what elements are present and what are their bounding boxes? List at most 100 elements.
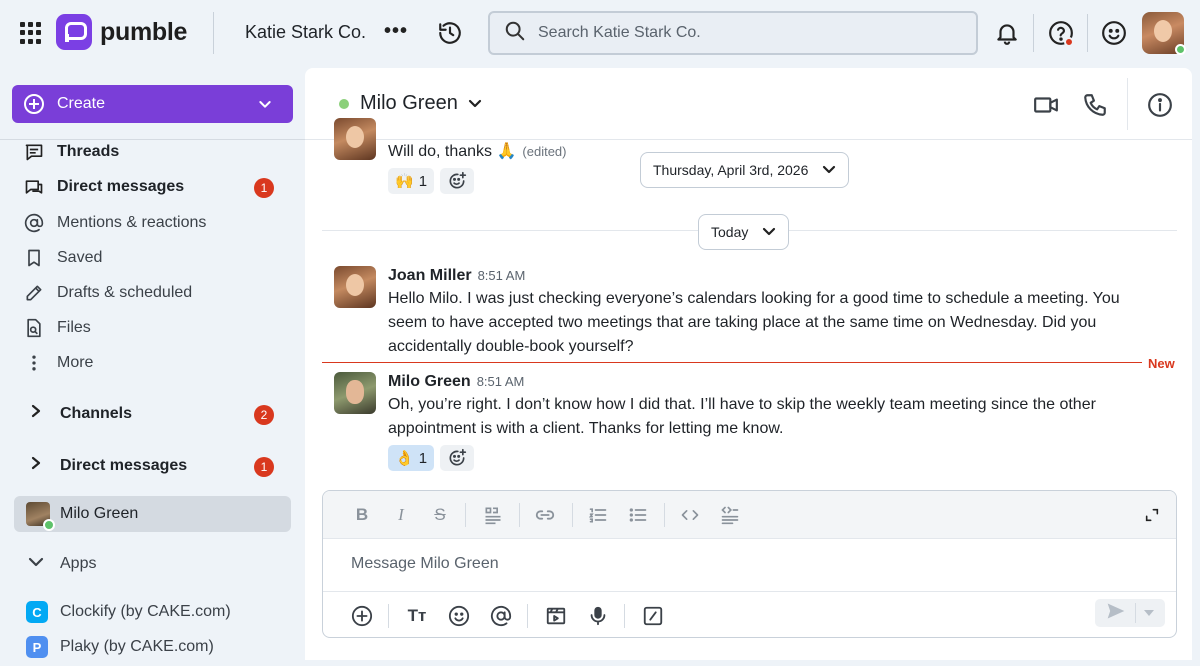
chevron-down-icon[interactable] bbox=[1144, 604, 1154, 622]
history-icon[interactable] bbox=[437, 20, 463, 46]
app-plaky[interactable]: P Plaky (by CAKE.com) bbox=[26, 636, 214, 658]
unread-badge: 1 bbox=[254, 178, 274, 198]
date-jump-button[interactable]: Thursday, April 3rd, 2026 bbox=[640, 152, 850, 188]
divider bbox=[519, 503, 520, 527]
sidebar: Create Threads Direct messages 1 Mention… bbox=[0, 68, 305, 666]
phone-call-icon[interactable] bbox=[1082, 92, 1108, 118]
code-block-icon[interactable] bbox=[719, 504, 741, 526]
message-time: 8:51 AM bbox=[477, 268, 526, 283]
app-grid-icon[interactable] bbox=[20, 22, 42, 44]
reaction-chip[interactable]: 👌 1 bbox=[388, 445, 435, 471]
raised-hands-emoji: 🙌 bbox=[395, 173, 414, 190]
dm-label: Milo Green bbox=[60, 505, 139, 522]
text-format-icon[interactable]: Tт bbox=[405, 604, 429, 628]
chat-panel: Milo Green Will do, thanks 🙏 (edited) 🙌 1 bbox=[305, 68, 1192, 660]
logo-text: pumble bbox=[100, 17, 188, 46]
bookmark-icon bbox=[24, 248, 44, 268]
plus-circle-icon[interactable] bbox=[350, 604, 374, 628]
send-button[interactable] bbox=[1095, 599, 1165, 627]
video-call-icon[interactable] bbox=[1033, 92, 1059, 118]
apps-section[interactable]: Apps bbox=[28, 555, 96, 573]
date-label: Thursday, April 3rd, 2026 bbox=[653, 162, 809, 178]
sidebar-item-drafts[interactable]: Drafts & scheduled bbox=[24, 281, 192, 305]
help-icon[interactable] bbox=[1048, 20, 1074, 47]
add-reaction-icon[interactable] bbox=[440, 168, 474, 194]
search-icon bbox=[504, 20, 526, 47]
channels-section[interactable]: Channels bbox=[30, 404, 132, 423]
avatar bbox=[334, 118, 376, 160]
expand-icon[interactable] bbox=[1141, 504, 1163, 526]
chat-header: Milo Green bbox=[305, 68, 1192, 140]
composer-actions: Tт bbox=[323, 591, 1176, 637]
message-author[interactable]: Joan Miller 8:51 AM bbox=[388, 267, 525, 285]
workspace-name[interactable]: Katie Stark Co. bbox=[245, 22, 366, 43]
message-input[interactable]: Message Milo Green bbox=[351, 555, 499, 573]
message-time: 8:51 AM bbox=[476, 374, 525, 389]
sidebar-item-files[interactable]: Files bbox=[24, 316, 91, 340]
smiley-icon[interactable] bbox=[1101, 20, 1127, 46]
reaction-chip[interactable]: 🙌 1 bbox=[388, 168, 435, 194]
video-clip-icon[interactable] bbox=[544, 604, 568, 628]
add-reaction-icon[interactable] bbox=[440, 445, 474, 471]
message-author[interactable]: Milo Green 8:51 AM bbox=[388, 373, 524, 391]
message-text: Hello Milo. I was just checking everyone… bbox=[388, 290, 1120, 355]
send-icon bbox=[1105, 601, 1127, 626]
sidebar-item-label: Threads bbox=[57, 143, 120, 160]
sidebar-item-more[interactable]: More bbox=[24, 351, 93, 375]
sidebar-item-label: Direct messages bbox=[57, 178, 185, 195]
pumble-logo-icon bbox=[56, 14, 92, 50]
sidebar-item-direct-messages[interactable]: Direct messages bbox=[24, 175, 184, 199]
divider bbox=[388, 604, 389, 628]
avatar[interactable] bbox=[334, 266, 376, 308]
dm-item-milo-green[interactable]: Milo Green bbox=[14, 496, 291, 532]
unread-badge: 1 bbox=[254, 457, 274, 477]
chevron-down-icon bbox=[28, 555, 44, 573]
channels-label: Channels bbox=[60, 404, 133, 422]
unread-badge: 2 bbox=[254, 405, 274, 425]
divider bbox=[213, 12, 214, 54]
chevron-down-icon bbox=[257, 96, 273, 117]
sidebar-item-mentions[interactable]: Mentions & reactions bbox=[24, 211, 206, 235]
create-button[interactable]: Create bbox=[12, 85, 293, 123]
strikethrough-icon[interactable]: S bbox=[429, 504, 451, 526]
direct-messages-section[interactable]: Direct messages bbox=[30, 456, 187, 475]
divider bbox=[1127, 78, 1128, 130]
sidebar-item-label: Files bbox=[57, 319, 91, 336]
search-input[interactable]: Search Katie Stark Co. bbox=[488, 11, 978, 55]
search-placeholder: Search Katie Stark Co. bbox=[538, 24, 701, 41]
bell-icon[interactable] bbox=[994, 20, 1020, 46]
today-jump-button[interactable]: Today bbox=[698, 214, 790, 250]
app-label: Clockify (by CAKE.com) bbox=[60, 603, 231, 620]
sidebar-item-saved[interactable]: Saved bbox=[24, 246, 102, 270]
vertical-dots-icon bbox=[24, 353, 44, 373]
avatar[interactable] bbox=[334, 372, 376, 414]
italic-icon[interactable]: I bbox=[390, 504, 412, 526]
logo[interactable]: pumble bbox=[56, 14, 187, 50]
create-label: Create bbox=[57, 95, 106, 112]
emoji-icon[interactable] bbox=[447, 604, 471, 628]
microphone-icon[interactable] bbox=[586, 604, 610, 628]
quote-icon[interactable] bbox=[482, 504, 504, 526]
info-icon[interactable] bbox=[1147, 92, 1173, 118]
online-status-dot bbox=[1175, 44, 1186, 55]
chat-title[interactable]: Milo Green bbox=[360, 92, 482, 115]
divider bbox=[1033, 14, 1034, 52]
workspace-more-button[interactable]: ••• bbox=[384, 20, 408, 43]
code-icon[interactable] bbox=[679, 504, 701, 526]
ordered-list-icon[interactable] bbox=[587, 504, 609, 526]
bullet-list-icon[interactable] bbox=[627, 504, 649, 526]
divider bbox=[624, 604, 625, 628]
direct-messages-label: Direct messages bbox=[60, 456, 188, 474]
pencil-icon bbox=[24, 283, 44, 303]
sidebar-item-label: Mentions & reactions bbox=[57, 214, 207, 231]
message-list: Will do, thanks 🙏 (edited) 🙌 1 Thursday, … bbox=[305, 118, 1192, 490]
link-icon[interactable] bbox=[534, 504, 556, 526]
app-clockify[interactable]: C Clockify (by CAKE.com) bbox=[26, 601, 231, 623]
top-bar: pumble Katie Stark Co. ••• Search Katie … bbox=[0, 0, 1200, 68]
bold-icon[interactable]: B bbox=[351, 504, 373, 526]
mention-icon[interactable] bbox=[489, 604, 513, 628]
slash-command-icon[interactable] bbox=[641, 604, 665, 628]
sidebar-item-threads[interactable]: Threads bbox=[24, 140, 119, 164]
chevron-down-icon bbox=[468, 92, 482, 115]
new-messages-divider bbox=[322, 362, 1142, 363]
